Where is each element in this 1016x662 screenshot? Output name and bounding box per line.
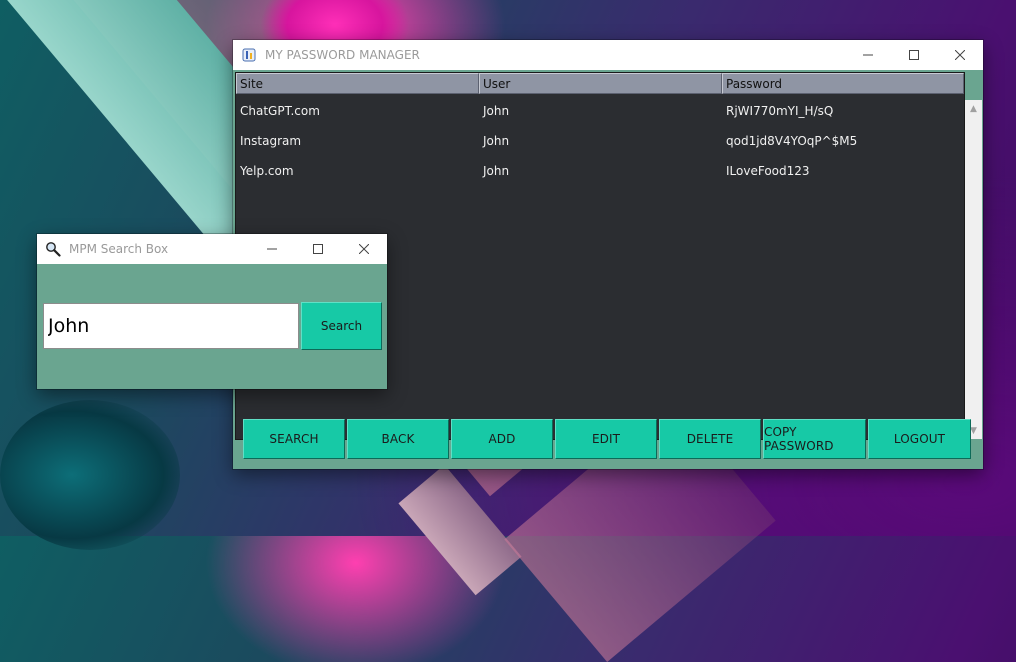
maximize-button[interactable] [295,234,341,264]
minimize-icon [267,248,277,250]
close-icon [359,244,369,254]
minimize-button[interactable] [249,234,295,264]
cell-user: John [483,164,510,178]
back-button[interactable]: BACK [347,419,449,459]
cell-password: ILoveFood123 [726,164,810,178]
scroll-up-icon[interactable]: ▲ [965,100,982,117]
logout-button[interactable]: LOGOUT [868,419,971,459]
cell-user: John [483,104,510,118]
cell-user: John [483,134,510,148]
cell-password: RjWI770mYI_H/sQ [726,104,834,118]
maximize-icon [313,244,323,254]
search-box-window: MPM Search Box Search [37,234,387,389]
search-submit-button[interactable]: Search [301,302,382,350]
column-header-user[interactable]: User [479,73,722,94]
main-titlebar[interactable]: MY PASSWORD MANAGER [233,40,983,70]
minimize-icon [863,54,873,56]
close-button[interactable] [937,40,983,70]
cell-site: Yelp.com [240,164,294,178]
search-client-area: Search [37,264,387,389]
search-titlebar[interactable]: MPM Search Box [37,234,387,264]
pm-app-icon [241,47,257,63]
wallpaper-petal [0,400,180,550]
column-header-site[interactable]: Site [236,73,479,94]
maximize-button[interactable] [891,40,937,70]
table-header: Site User Password [236,73,964,96]
delete-button[interactable]: DELETE [659,419,761,459]
cell-password: qod1jd8V4YOqP^$M5 [726,134,858,148]
table-row[interactable]: Yelp.com John ILoveFood123 [236,156,964,186]
search-button[interactable]: SEARCH [243,419,345,459]
search-window-title: MPM Search Box [69,242,169,256]
vertical-scrollbar[interactable]: ▲ ▼ [965,100,982,439]
edit-button[interactable]: EDIT [555,419,657,459]
copy-password-button[interactable]: COPY PASSWORD [763,419,866,459]
table-row[interactable]: Instagram John qod1jd8V4YOqP^$M5 [236,126,964,156]
search-input[interactable] [43,303,299,349]
close-icon [955,50,965,60]
add-button[interactable]: ADD [451,419,553,459]
main-window-title: MY PASSWORD MANAGER [265,48,420,62]
maximize-icon [909,50,919,60]
column-header-password[interactable]: Password [722,73,964,94]
cell-site: ChatGPT.com [240,104,320,118]
table-row[interactable]: ChatGPT.com John RjWI770mYI_H/sQ [236,96,964,126]
close-button[interactable] [341,234,387,264]
minimize-button[interactable] [845,40,891,70]
cell-site: Instagram [240,134,302,148]
action-button-bar: SEARCH BACK ADD EDIT DELETE COPY PASSWOR… [243,419,971,459]
magnifier-icon [45,241,61,257]
